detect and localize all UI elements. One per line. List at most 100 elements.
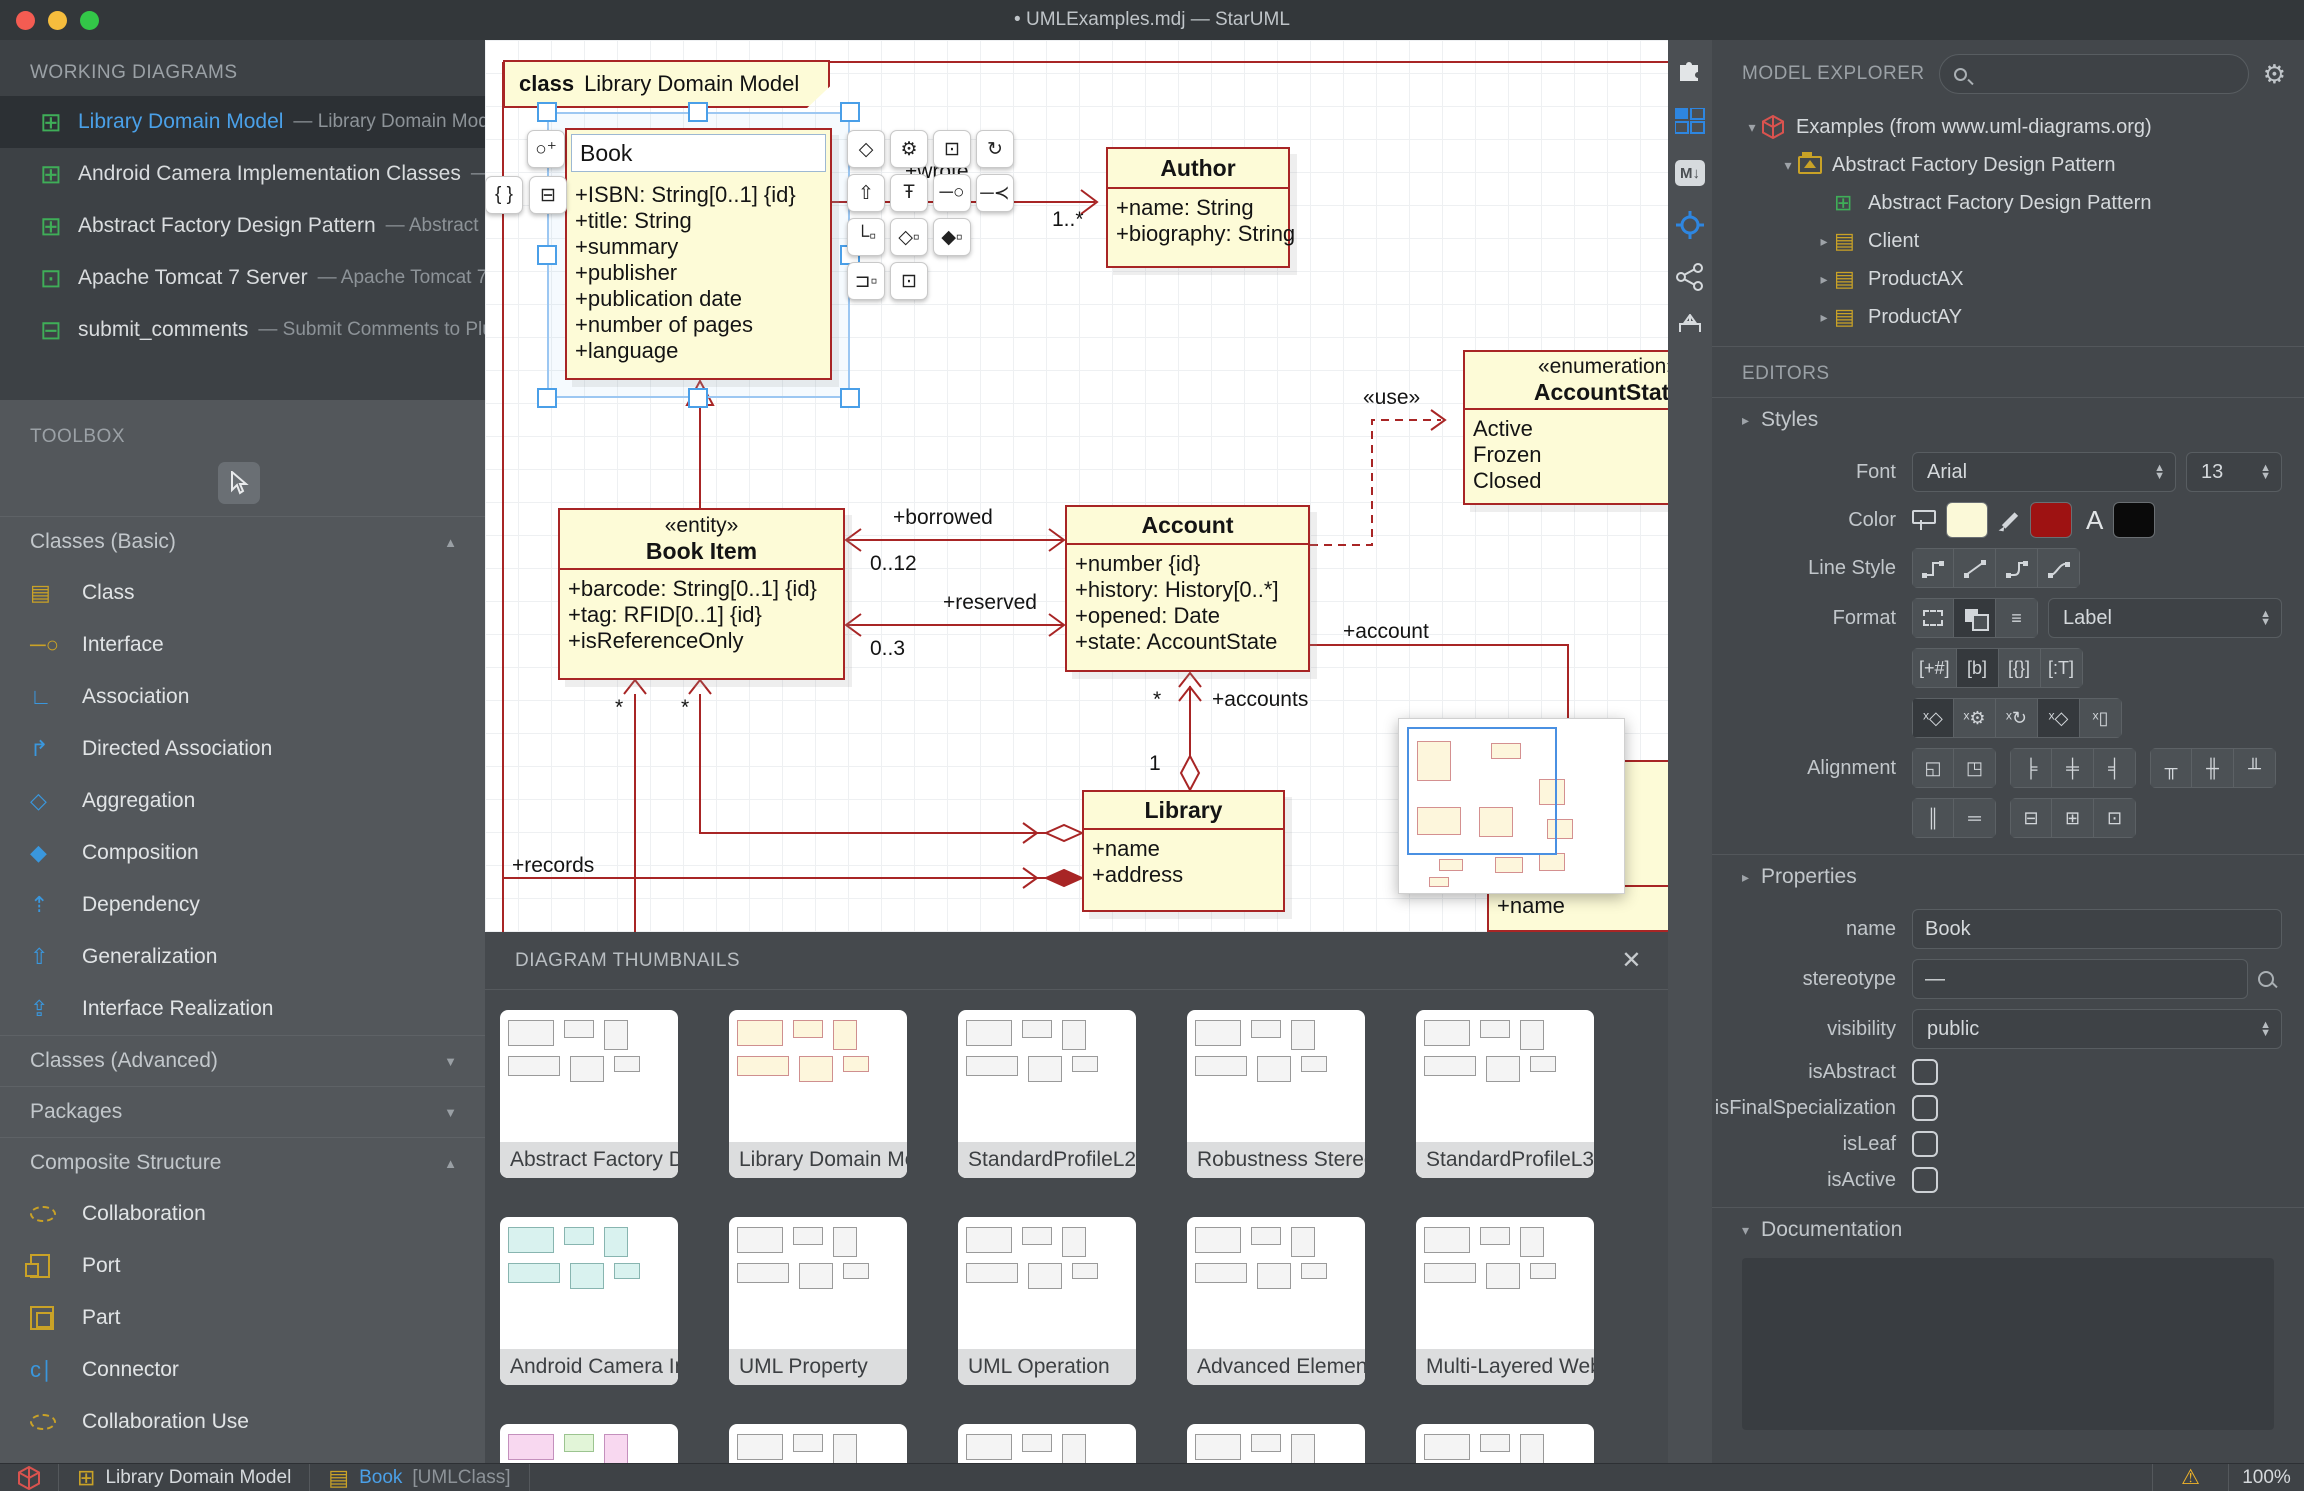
- diagram-thumbnail[interactable]: UML Property: [729, 1217, 907, 1385]
- uml-class-book[interactable]: Book+ISBN: String[0..1] {id}+title: Stri…: [565, 128, 832, 380]
- diagram-thumbnail[interactable]: StandardProfileL3: [1416, 1010, 1594, 1178]
- toolbox-section-header[interactable]: Classes (Basic)▲: [0, 517, 485, 567]
- toolbox-section-header[interactable]: Packages▼: [0, 1087, 485, 1137]
- zoom-window-button[interactable]: [80, 11, 99, 30]
- show-stereotype-button[interactable]: [b]: [1957, 648, 1999, 688]
- selection-handle[interactable]: [688, 388, 708, 408]
- quick-dependency-button[interactable]: ⊐▫: [847, 262, 885, 300]
- selection-handle[interactable]: [537, 388, 557, 408]
- quick-provided-interface-button[interactable]: ─○: [933, 174, 971, 212]
- validation-warning-indicator[interactable]: ⚠: [2152, 1464, 2228, 1491]
- uml-class-account-state[interactable]: «enumeration»AccountStateActiveFrozenClo…: [1463, 350, 1668, 505]
- same-width-button[interactable]: ⊞: [2052, 798, 2094, 838]
- toolbox-section-header[interactable]: Composite Structure▲: [0, 1138, 485, 1188]
- add-constraint-button[interactable]: { }: [485, 176, 523, 214]
- toolbox-item-collaboration[interactable]: Collaboration: [0, 1188, 485, 1240]
- tree-item-client[interactable]: ▸▤Client: [1712, 222, 2304, 260]
- close-thumbnails-button[interactable]: ✕: [1621, 946, 1642, 975]
- toolbox-item-aggregation[interactable]: ◇Aggregation: [0, 775, 485, 827]
- zoom-target-icon[interactable]: [1675, 210, 1705, 240]
- model-indicator[interactable]: [0, 1464, 59, 1491]
- fill-color-swatch[interactable]: [1946, 502, 1988, 538]
- isFinalSpecialization-checkbox[interactable]: [1912, 1095, 1938, 1121]
- quick-nested-class-button[interactable]: ⊡: [890, 262, 928, 300]
- hide-operations-button[interactable]: ˣ▯: [2080, 698, 2122, 738]
- auto-resize-button[interactable]: [1912, 598, 1954, 638]
- show-multiplicity-button[interactable]: [+#]: [1912, 648, 1957, 688]
- line-style-oblique-button[interactable]: [1954, 548, 1996, 588]
- working-diagram-item[interactable]: ⊞Library Domain Model— Library Domain Mo…: [0, 96, 485, 148]
- align-right-button[interactable]: ╡: [2094, 748, 2136, 788]
- documentation-textarea[interactable]: [1742, 1258, 2274, 1430]
- word-wrap-button[interactable]: ≡: [1996, 598, 2038, 638]
- quick-sync-button[interactable]: ↻: [976, 130, 1014, 168]
- visibility-select[interactable]: public ▲▼: [1912, 1009, 2282, 1049]
- selection-handle[interactable]: [840, 102, 860, 122]
- toolbox-item-composition[interactable]: ◆Composition: [0, 827, 485, 879]
- diagram-canvas[interactable]: classLibrary Domain Model Book+ISBN: Str…: [485, 40, 1668, 932]
- label-format-select[interactable]: Label ▲▼: [2048, 598, 2282, 638]
- working-diagram-item[interactable]: ⊟submit_comments— Submit Comments to Plu: [0, 304, 485, 356]
- show-properties-button[interactable]: [{}]: [1999, 648, 2041, 688]
- zoom-level[interactable]: 100%: [2228, 1464, 2304, 1491]
- quick-composition-button[interactable]: ◆▫: [933, 218, 971, 256]
- documentation-section-toggle[interactable]: ▾ Documentation: [1712, 1208, 2304, 1252]
- isActive-checkbox[interactable]: [1912, 1167, 1938, 1193]
- working-diagram-item[interactable]: ⊞Android Camera Implementation Classes—: [0, 148, 485, 200]
- selection-handle[interactable]: [537, 245, 557, 265]
- isLeaf-checkbox[interactable]: [1912, 1131, 1938, 1157]
- suppress-receptions-button[interactable]: ˣ↻: [1996, 698, 2038, 738]
- font-size-select[interactable]: 13 ▲▼: [2186, 452, 2282, 492]
- uml-class-library[interactable]: Library+name+address: [1082, 790, 1285, 912]
- working-diagram-item[interactable]: ⊞Abstract Factory Design Pattern— Abstra…: [0, 200, 485, 252]
- diagram-thumbnail[interactable]: Android Camera Impler: [500, 1217, 678, 1385]
- toolbox-item-connector[interactable]: c∣Connector: [0, 1344, 485, 1396]
- generalization-tree-icon[interactable]: [1675, 314, 1705, 344]
- same-height-button[interactable]: ⊟: [2010, 798, 2052, 838]
- selection-handle[interactable]: [537, 102, 557, 122]
- add-note-button[interactable]: ⊟: [529, 176, 567, 214]
- toolbox-item-collaboration-use[interactable]: Collaboration Use: [0, 1396, 485, 1448]
- distribute-vertically-button[interactable]: ═: [1954, 798, 1996, 838]
- align-top-button[interactable]: ╥: [2150, 748, 2192, 788]
- selection-handle[interactable]: [840, 388, 860, 408]
- isAbstract-checkbox[interactable]: [1912, 1059, 1938, 1085]
- hide-attributes-button[interactable]: ˣ◇: [2038, 698, 2080, 738]
- align-center-button[interactable]: ╪: [2052, 748, 2094, 788]
- diagram-thumbnail[interactable]: Abstract Factory Desig: [500, 1010, 678, 1178]
- align-middle-button[interactable]: ╫: [2192, 748, 2234, 788]
- diagram-thumbnail[interactable]: [1187, 1424, 1365, 1463]
- collapse-arrow-icon[interactable]: ▸: [1814, 271, 1834, 288]
- working-diagram-item[interactable]: ⊡Apache Tomcat 7 Server— Apache Tomcat 7…: [0, 252, 485, 304]
- properties-section-toggle[interactable]: ▸ Properties: [1712, 855, 2304, 899]
- suppress-operations-button[interactable]: ˣ⚙: [1954, 698, 1996, 738]
- minimap-viewport[interactable]: [1407, 727, 1557, 855]
- quick-link-button[interactable]: ◇: [847, 130, 885, 168]
- minimap[interactable]: [1398, 718, 1625, 894]
- line-style-rounded-button[interactable]: [1996, 548, 2038, 588]
- quick-required-interface-button[interactable]: ─≺: [976, 174, 1014, 212]
- font-family-select[interactable]: Arial ▲▼: [1912, 452, 2176, 492]
- diagram-thumbnail[interactable]: Robustness Stereotype: [1187, 1010, 1365, 1178]
- line-style-rectilinear-button[interactable]: [1912, 548, 1954, 588]
- quick-association-button[interactable]: └▫: [847, 218, 885, 256]
- close-window-button[interactable]: [16, 11, 35, 30]
- suppress-attributes-button[interactable]: ˣ◇: [1912, 698, 1954, 738]
- show-type-button[interactable]: [:T]: [2041, 648, 2083, 688]
- align-left-button[interactable]: ╞: [2010, 748, 2052, 788]
- diagram-thumbnail[interactable]: [500, 1424, 678, 1463]
- quick-realization-button[interactable]: Ŧ: [890, 174, 928, 212]
- quick-settings-button[interactable]: ⚙: [890, 130, 928, 168]
- toolbox-item-dependency[interactable]: ⇡Dependency: [0, 879, 485, 931]
- uml-class-book-item[interactable]: «entity»Book Item+barcode: String[0..1] …: [558, 508, 845, 680]
- diagram-thumbnails-toggle-icon[interactable]: [1675, 106, 1705, 136]
- expand-arrow-icon[interactable]: ▾: [1778, 157, 1798, 174]
- search-input[interactable]: [1975, 64, 2248, 85]
- same-size-button[interactable]: ⊡: [2094, 798, 2136, 838]
- diagram-thumbnail[interactable]: Multi-Layered Web Arch: [1416, 1217, 1594, 1385]
- align-bottom-button[interactable]: ╨: [2234, 748, 2276, 788]
- select-tool-button[interactable]: [218, 462, 260, 504]
- tree-item-abstract-factory-design-pattern[interactable]: ⊞Abstract Factory Design Pattern: [1712, 184, 2304, 222]
- selection-handle[interactable]: [688, 102, 708, 122]
- extensions-icon[interactable]: [1675, 54, 1705, 84]
